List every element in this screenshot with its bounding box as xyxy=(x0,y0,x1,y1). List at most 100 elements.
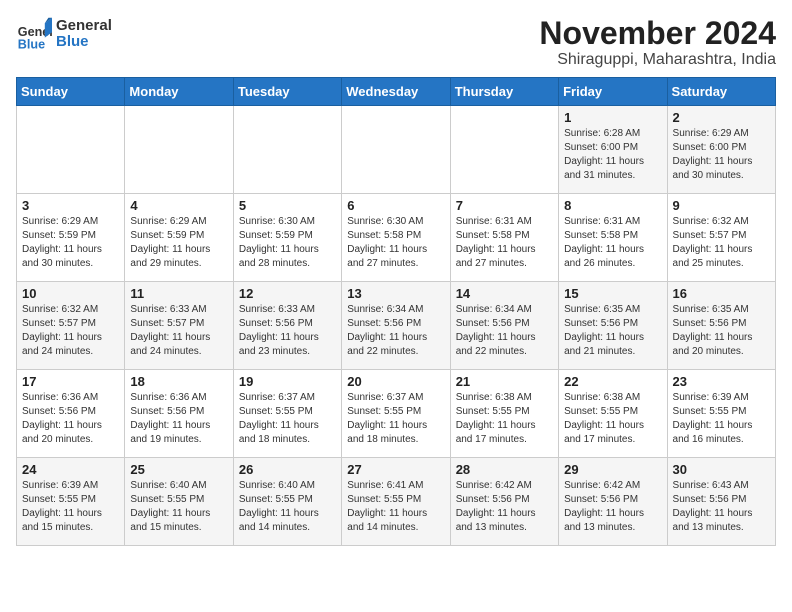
day-number: 30 xyxy=(673,462,770,477)
cell-content: Sunrise: 6:42 AM Sunset: 5:56 PM Dayligh… xyxy=(456,479,553,535)
calendar-cell: 22Sunrise: 6:38 AM Sunset: 5:55 PM Dayli… xyxy=(559,370,667,458)
calendar-week-3: 10Sunrise: 6:32 AM Sunset: 5:57 PM Dayli… xyxy=(17,282,776,370)
calendar-cell: 2Sunrise: 6:29 AM Sunset: 6:00 PM Daylig… xyxy=(667,106,775,194)
calendar-table: SundayMondayTuesdayWednesdayThursdayFrid… xyxy=(16,77,776,546)
day-number: 9 xyxy=(673,198,770,213)
calendar-cell: 29 Sunrise: 6:42 AM Sunset: 5:56 PM Dayli… xyxy=(559,458,667,546)
calendar-cell: 16Sunrise: 6:35 AM Sunset: 5:56 PM Dayli… xyxy=(667,282,775,370)
day-number: 12 xyxy=(239,286,336,301)
day-number: 20 xyxy=(347,374,444,389)
month-title: November 2024 xyxy=(539,16,776,51)
day-number: 11 xyxy=(130,286,227,301)
day-number: 5 xyxy=(239,198,336,213)
day-number: 22 xyxy=(564,374,661,389)
calendar-cell: 18Sunrise: 6:36 AM Sunset: 5:56 PM Dayli… xyxy=(125,370,233,458)
day-number: 25 xyxy=(130,462,227,477)
calendar-cell: 20 Sunrise: 6:37 AM Sunset: 5:55 PM Dayli… xyxy=(342,370,450,458)
location-title: Shiraguppi, Maharashtra, India xyxy=(539,51,776,69)
calendar-cell: 10Sunrise: 6:32 AM Sunset: 5:57 PM Dayli… xyxy=(17,282,125,370)
weekday-header-wednesday: Wednesday xyxy=(342,78,450,106)
cell-content: Sunrise: 6:37 AM Sunset: 5:55 PM Dayligh… xyxy=(347,391,444,447)
day-number: 13 xyxy=(347,286,444,301)
day-number: 6 xyxy=(347,198,444,213)
cell-content: Sunrise: 6:39 AM Sunset: 5:55 PM Dayligh… xyxy=(22,479,119,535)
calendar-cell: 14 Sunrise: 6:34 AM Sunset: 5:56 PM Dayli… xyxy=(450,282,558,370)
day-number: 3 xyxy=(22,198,119,213)
cell-content: Sunrise: 6:37 AM Sunset: 5:55 PM Dayligh… xyxy=(239,391,336,447)
calendar-cell: 1 Sunrise: 6:28 AM Sunset: 6:00 PM Daylig… xyxy=(559,106,667,194)
calendar-cell: 17 Sunrise: 6:36 AM Sunset: 5:56 PM Dayli… xyxy=(17,370,125,458)
calendar-cell: 28 Sunrise: 6:42 AM Sunset: 5:56 PM Dayli… xyxy=(450,458,558,546)
day-number: 23 xyxy=(673,374,770,389)
calendar-cell: 15 Sunrise: 6:35 AM Sunset: 5:56 PM Dayli… xyxy=(559,282,667,370)
day-number: 17 xyxy=(22,374,119,389)
day-number: 21 xyxy=(456,374,553,389)
logo: General Blue General Blue xyxy=(16,16,112,52)
calendar-cell: 4 Sunrise: 6:29 AM Sunset: 5:59 PM Daylig… xyxy=(125,194,233,282)
cell-content: Sunrise: 6:30 AM Sunset: 5:59 PM Dayligh… xyxy=(239,215,336,271)
day-number: 15 xyxy=(564,286,661,301)
title-area: November 2024 Shiraguppi, Maharashtra, I… xyxy=(539,16,776,69)
cell-content: Sunrise: 6:28 AM Sunset: 6:00 PM Dayligh… xyxy=(564,127,661,183)
weekday-header-sunday: Sunday xyxy=(17,78,125,106)
calendar-cell: 5 Sunrise: 6:30 AM Sunset: 5:59 PM Daylig… xyxy=(233,194,341,282)
cell-content: Sunrise: 6:34 AM Sunset: 5:56 PM Dayligh… xyxy=(456,303,553,359)
cell-content: Sunrise: 6:29 AM Sunset: 5:59 PM Dayligh… xyxy=(22,215,119,271)
calendar-cell: 25 Sunrise: 6:40 AM Sunset: 5:55 PM Dayli… xyxy=(125,458,233,546)
cell-content: Sunrise: 6:29 AM Sunset: 6:00 PM Dayligh… xyxy=(673,127,770,183)
day-number: 19 xyxy=(239,374,336,389)
calendar-cell: 21 Sunrise: 6:38 AM Sunset: 5:55 PM Dayli… xyxy=(450,370,558,458)
day-number: 8 xyxy=(564,198,661,213)
cell-content: Sunrise: 6:40 AM Sunset: 5:55 PM Dayligh… xyxy=(130,479,227,535)
cell-content: Sunrise: 6:38 AM Sunset: 5:55 PM Dayligh… xyxy=(456,391,553,447)
calendar-cell xyxy=(450,106,558,194)
logo-icon: General Blue xyxy=(16,16,52,52)
calendar-cell xyxy=(233,106,341,194)
calendar-week-1: 1 Sunrise: 6:28 AM Sunset: 6:00 PM Daylig… xyxy=(17,106,776,194)
calendar-cell: 8 Sunrise: 6:31 AM Sunset: 5:58 PM Daylig… xyxy=(559,194,667,282)
calendar-cell: 6 Sunrise: 6:30 AM Sunset: 5:58 PM Daylig… xyxy=(342,194,450,282)
day-number: 27 xyxy=(347,462,444,477)
weekday-header-saturday: Saturday xyxy=(667,78,775,106)
cell-content: Sunrise: 6:39 AM Sunset: 5:55 PM Dayligh… xyxy=(673,391,770,447)
day-number: 14 xyxy=(456,286,553,301)
day-number: 4 xyxy=(130,198,227,213)
calendar-cell: 12 Sunrise: 6:33 AM Sunset: 5:56 PM Dayli… xyxy=(233,282,341,370)
cell-content: Sunrise: 6:30 AM Sunset: 5:58 PM Dayligh… xyxy=(347,215,444,271)
calendar-header: SundayMondayTuesdayWednesdayThursdayFrid… xyxy=(17,78,776,106)
calendar-cell xyxy=(125,106,233,194)
cell-content: Sunrise: 6:42 AM Sunset: 5:56 PM Dayligh… xyxy=(564,479,661,535)
cell-content: Sunrise: 6:32 AM Sunset: 5:57 PM Dayligh… xyxy=(673,215,770,271)
day-number: 29 xyxy=(564,462,661,477)
svg-text:Blue: Blue xyxy=(18,37,45,51)
day-number: 7 xyxy=(456,198,553,213)
weekday-header-monday: Monday xyxy=(125,78,233,106)
day-number: 28 xyxy=(456,462,553,477)
cell-content: Sunrise: 6:31 AM Sunset: 5:58 PM Dayligh… xyxy=(564,215,661,271)
calendar-cell: 27Sunrise: 6:41 AM Sunset: 5:55 PM Dayli… xyxy=(342,458,450,546)
calendar-cell: 3 Sunrise: 6:29 AM Sunset: 5:59 PM Daylig… xyxy=(17,194,125,282)
calendar-cell: 24 Sunrise: 6:39 AM Sunset: 5:55 PM Dayli… xyxy=(17,458,125,546)
cell-content: Sunrise: 6:36 AM Sunset: 5:56 PM Dayligh… xyxy=(22,391,119,447)
cell-content: Sunrise: 6:33 AM Sunset: 5:57 PM Dayligh… xyxy=(130,303,227,359)
cell-content: Sunrise: 6:40 AM Sunset: 5:55 PM Dayligh… xyxy=(239,479,336,535)
cell-content: Sunrise: 6:33 AM Sunset: 5:56 PM Dayligh… xyxy=(239,303,336,359)
logo-line2: Blue xyxy=(56,34,112,51)
cell-content: Sunrise: 6:35 AM Sunset: 5:56 PM Dayligh… xyxy=(564,303,661,359)
day-number: 24 xyxy=(22,462,119,477)
calendar-cell: 13 Sunrise: 6:34 AM Sunset: 5:56 PM Dayli… xyxy=(342,282,450,370)
calendar-cell: 26Sunrise: 6:40 AM Sunset: 5:55 PM Dayli… xyxy=(233,458,341,546)
weekday-header-tuesday: Tuesday xyxy=(233,78,341,106)
calendar-week-4: 17 Sunrise: 6:36 AM Sunset: 5:56 PM Dayli… xyxy=(17,370,776,458)
cell-content: Sunrise: 6:29 AM Sunset: 5:59 PM Dayligh… xyxy=(130,215,227,271)
day-number: 10 xyxy=(22,286,119,301)
cell-content: Sunrise: 6:43 AM Sunset: 5:56 PM Dayligh… xyxy=(673,479,770,535)
weekday-header-thursday: Thursday xyxy=(450,78,558,106)
calendar-cell: 9 Sunrise: 6:32 AM Sunset: 5:57 PM Daylig… xyxy=(667,194,775,282)
day-number: 18 xyxy=(130,374,227,389)
cell-content: Sunrise: 6:34 AM Sunset: 5:56 PM Dayligh… xyxy=(347,303,444,359)
calendar-cell: 19 Sunrise: 6:37 AM Sunset: 5:55 PM Dayli… xyxy=(233,370,341,458)
calendar-cell xyxy=(17,106,125,194)
calendar-cell: 23 Sunrise: 6:39 AM Sunset: 5:55 PM Dayli… xyxy=(667,370,775,458)
day-number: 1 xyxy=(564,110,661,125)
